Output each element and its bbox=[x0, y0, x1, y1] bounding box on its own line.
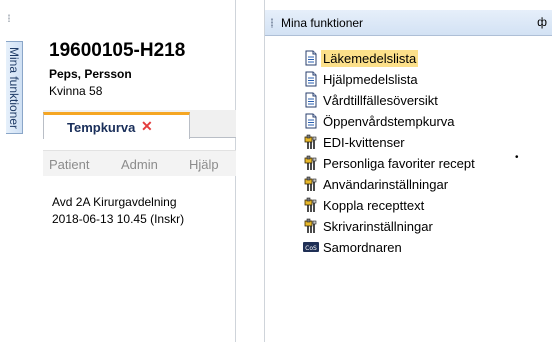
function-item[interactable]: CoS Samordnaren bbox=[303, 237, 548, 258]
tool-icon bbox=[303, 218, 319, 234]
patient-id: 19600105-H218 bbox=[49, 40, 186, 61]
function-item-label: Läkemedelslista bbox=[321, 50, 419, 67]
tool-icon bbox=[303, 155, 319, 171]
function-item[interactable]: Skrivarinställningar bbox=[303, 216, 548, 237]
samordnaren-icon: CoS bbox=[303, 239, 319, 255]
panel-grip[interactable] bbox=[271, 18, 273, 28]
function-item-label: Skrivarinställningar bbox=[323, 219, 433, 234]
function-item-label: Öppenvårdstempkurva bbox=[323, 114, 455, 129]
menu-help[interactable]: Hjälp bbox=[189, 157, 219, 172]
function-list: Läkemedelslista Hjälpmedelslista Vårdtillf… bbox=[303, 48, 548, 258]
function-item-label: Personliga favoriter recept bbox=[323, 156, 475, 171]
panel-grip[interactable] bbox=[8, 14, 10, 22]
function-item-label: EDI-kvittenser bbox=[323, 135, 405, 150]
tab-tempkurva[interactable]: Tempkurva ✕ bbox=[43, 112, 190, 139]
side-tab-label: Mina funktioner bbox=[7, 46, 21, 129]
tool-icon bbox=[303, 134, 319, 150]
patient-window: Mina funktioner 19600105-H218 Peps, Pers… bbox=[0, 0, 236, 342]
functions-panel: Mina funktioner ф Läkemedelslista Hjälpme… bbox=[264, 0, 552, 342]
document-icon bbox=[303, 50, 319, 66]
function-item-label: Hjälpmedelslista bbox=[323, 72, 418, 87]
function-item[interactable]: Hjälpmedelslista bbox=[303, 69, 548, 90]
document-icon bbox=[303, 113, 319, 129]
tool-icon bbox=[303, 176, 319, 192]
menu-admin[interactable]: Admin bbox=[121, 157, 158, 172]
panel-header: Mina funktioner ф bbox=[265, 10, 552, 36]
function-item[interactable]: Öppenvårdstempkurva bbox=[303, 111, 548, 132]
tab-label: Tempkurva bbox=[67, 120, 136, 135]
marker-dot: • bbox=[515, 152, 519, 163]
tab-strip: Tempkurva ✕ bbox=[43, 110, 236, 139]
patient-name: Peps, Persson bbox=[49, 67, 132, 81]
side-tab-mina-funktioner[interactable]: Mina funktioner bbox=[6, 41, 23, 134]
panel-title: Mina funktioner bbox=[281, 16, 364, 30]
ward-info: Avd 2A Kirurgavdelning bbox=[52, 195, 177, 209]
svg-text:CoS: CoS bbox=[305, 245, 317, 252]
pin-icon[interactable]: ф bbox=[537, 15, 547, 29]
close-icon[interactable]: ✕ bbox=[141, 118, 153, 135]
function-item-label: Vårdtillfällesöversikt bbox=[323, 93, 438, 108]
function-item[interactable]: Personliga favoriter recept bbox=[303, 153, 548, 174]
tool-icon bbox=[303, 197, 319, 213]
function-item-label: Användarinställningar bbox=[323, 177, 449, 192]
function-item[interactable]: EDI-kvittenser bbox=[303, 132, 548, 153]
function-item[interactable]: Läkemedelslista bbox=[303, 48, 548, 69]
function-item-label: Koppla recepttext bbox=[323, 198, 425, 213]
document-icon bbox=[303, 71, 319, 87]
function-item-label: Samordnaren bbox=[323, 240, 402, 255]
document-icon bbox=[303, 92, 319, 108]
function-item[interactable]: Användarinställningar bbox=[303, 174, 548, 195]
menu-patient[interactable]: Patient bbox=[49, 157, 89, 172]
patient-gender-age: Kvinna 58 bbox=[49, 84, 103, 98]
admission-info: 2018-06-13 10.45 (Inskr) bbox=[52, 212, 185, 226]
menu-bar: Patient Admin Hjälp bbox=[43, 150, 236, 176]
function-item[interactable]: Koppla recepttext bbox=[303, 195, 548, 216]
function-item[interactable]: Vårdtillfällesöversikt bbox=[303, 90, 548, 111]
